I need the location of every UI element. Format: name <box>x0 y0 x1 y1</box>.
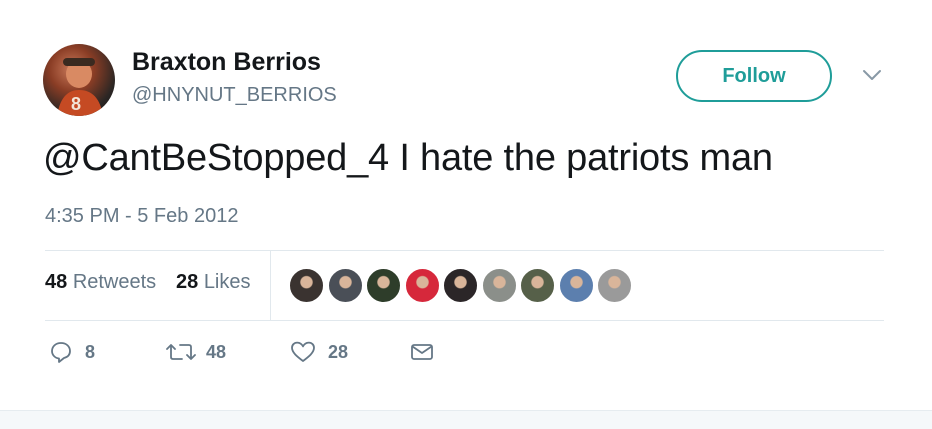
like-count: 28 <box>328 341 349 362</box>
author-name[interactable]: Braxton Berrios <box>132 48 321 77</box>
chevron-down-icon[interactable] <box>861 66 883 84</box>
liker-avatar-icon[interactable] <box>366 268 401 303</box>
likes-count: 28 <box>176 271 199 293</box>
retweet-button[interactable]: 48 <box>166 340 226 364</box>
retweets-count: 48 <box>45 271 68 293</box>
liker-avatar-icon[interactable] <box>404 268 440 303</box>
reply-button[interactable]: 8 <box>49 340 95 364</box>
retweet-count: 48 <box>206 341 227 362</box>
author-handle[interactable]: @HNYNUT_BERRIOS <box>132 84 337 107</box>
tweet-text: @CantBeStopped_4 I hate the patriots man <box>43 137 773 179</box>
liker-avatar-icon[interactable] <box>597 268 632 303</box>
retweets-stat[interactable]: 48 Retweets <box>45 271 156 294</box>
liker-avatar-icon[interactable] <box>481 268 517 303</box>
liker-avatar-icon[interactable] <box>289 268 324 303</box>
retweets-label: Retweets <box>72 271 157 293</box>
divider <box>45 320 884 321</box>
direct-message-button[interactable] <box>410 340 434 364</box>
likes-stat[interactable]: 28 Likes <box>176 271 251 294</box>
divider <box>45 250 884 251</box>
liker-avatar-icon[interactable] <box>558 268 594 303</box>
profile-photo-icon: 8 <box>57 58 103 116</box>
author-avatar[interactable]: 8 <box>43 44 115 116</box>
heart-icon <box>291 341 315 362</box>
tweet-timestamp[interactable]: 4:35 PM - 5 Feb 2012 <box>45 205 238 228</box>
likes-label: Likes <box>203 271 251 293</box>
retweet-icon <box>166 344 196 360</box>
divider <box>270 251 271 320</box>
follow-button[interactable]: Follow <box>676 50 832 102</box>
liker-avatar-icon[interactable] <box>443 268 478 303</box>
liker-avatar-icon[interactable] <box>327 268 363 303</box>
like-button[interactable]: 28 <box>290 340 348 364</box>
footer-bar <box>0 410 932 429</box>
svg-text:8: 8 <box>71 94 81 114</box>
reply-count: 8 <box>85 341 96 362</box>
liker-avatar-icon[interactable] <box>520 268 555 303</box>
reply-icon <box>51 342 71 363</box>
envelope-icon <box>411 344 433 360</box>
